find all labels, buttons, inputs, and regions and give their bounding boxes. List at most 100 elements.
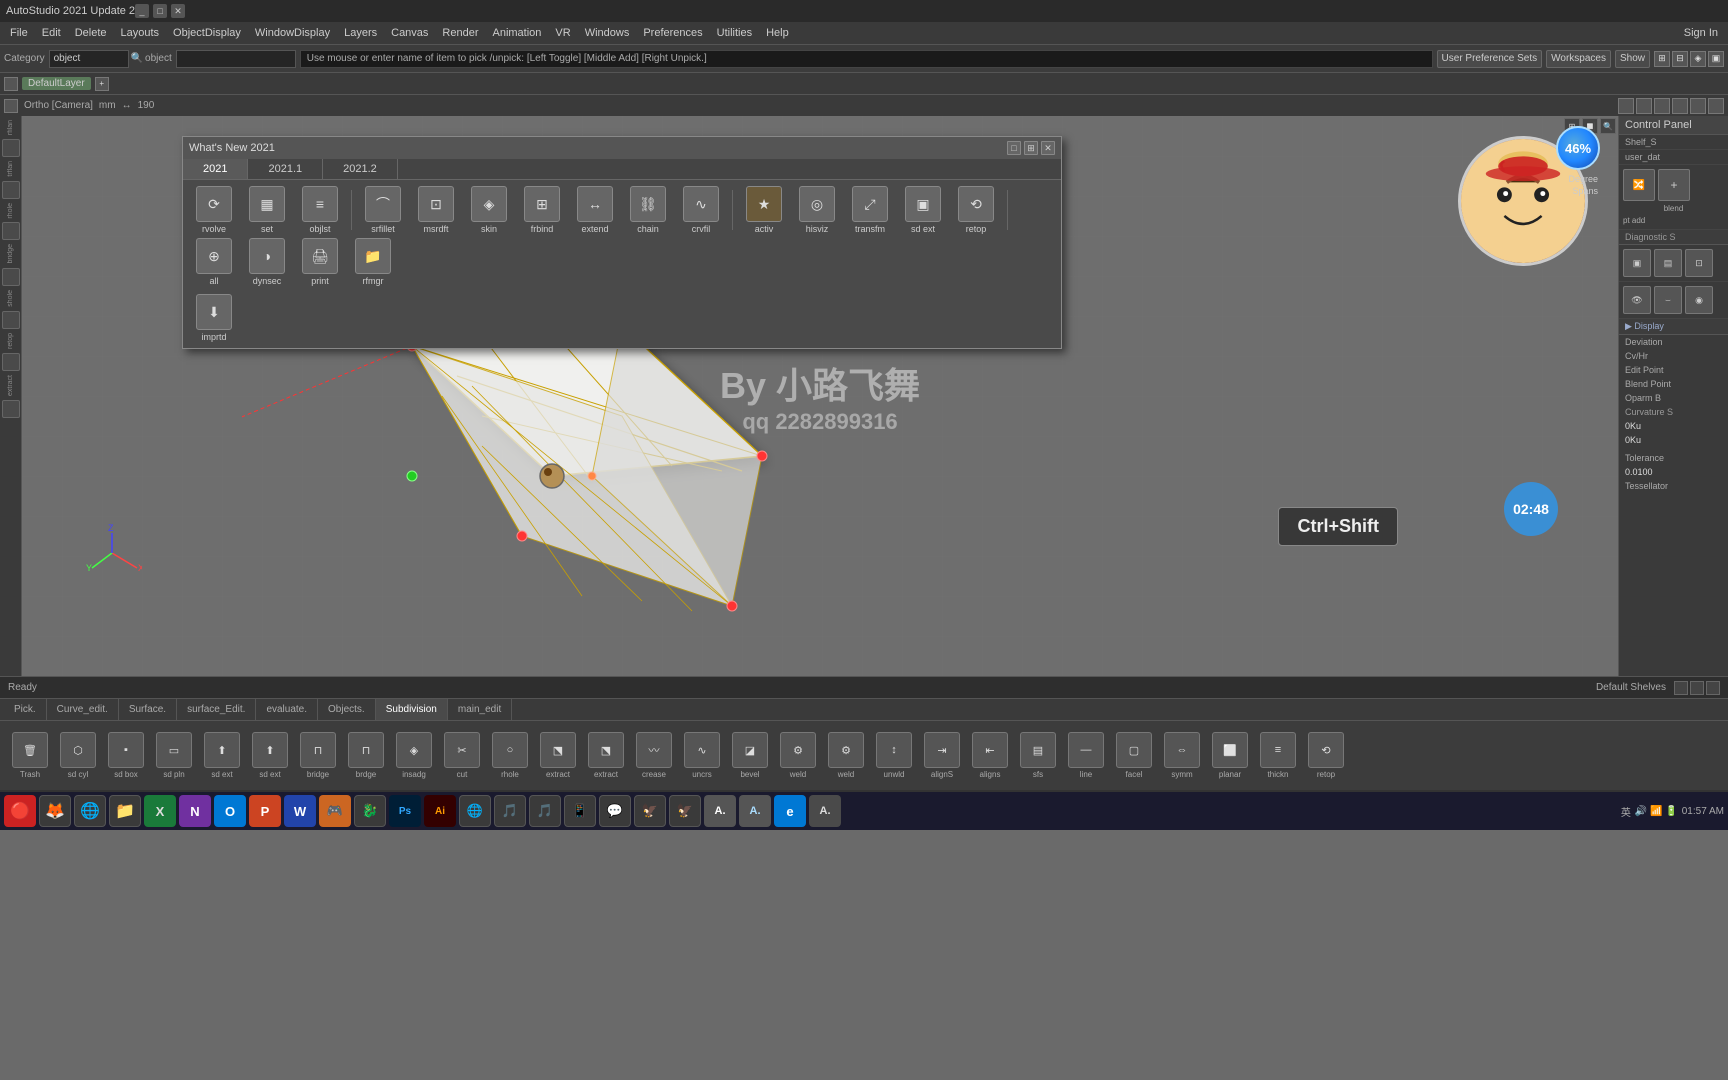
tool-sfs[interactable]: ▤ sfs (1016, 732, 1060, 779)
workspaces-button[interactable]: Workspaces (1546, 50, 1611, 68)
taskbar-firefox[interactable]: 🦊 (39, 795, 71, 827)
tool-insadg[interactable]: ◈ insadg (392, 732, 436, 779)
tab-2021-2[interactable]: 2021.2 (323, 159, 398, 179)
layer-expand[interactable]: + (95, 77, 109, 91)
view-icon-6[interactable] (1708, 98, 1724, 114)
left-tool-6[interactable] (2, 353, 20, 371)
cp-icon-bowmod[interactable]: ⌣ (1654, 286, 1682, 314)
taskbar-unknown1[interactable]: 🎮 (319, 795, 351, 827)
tool-transfm[interactable]: ⤢transfm (845, 186, 895, 234)
view-icon-1[interactable] (1618, 98, 1634, 114)
taskbar-start[interactable]: 🔴 (4, 795, 36, 827)
tool-dynsec[interactable]: ◑dynsec (242, 238, 292, 286)
menu-help[interactable]: Help (760, 25, 795, 41)
tool-set[interactable]: ▦set (242, 186, 292, 234)
taskbar-files[interactable]: 📁 (109, 795, 141, 827)
taskbar-illustrator[interactable]: Ai (424, 795, 456, 827)
taskbar-alias[interactable]: A. (809, 795, 841, 827)
tool-unwld[interactable]: ↕ unwld (872, 732, 916, 779)
shelf-tab-surface-edit[interactable]: surface_Edit. (177, 699, 256, 720)
tool-rvolve[interactable]: ⟳rvolve (189, 186, 239, 234)
cp-icon-vis1[interactable]: 👁 (1623, 286, 1651, 314)
tool-aligns-2[interactable]: ⇤ aligns (968, 732, 1012, 779)
menu-animation[interactable]: Animation (487, 25, 548, 41)
taskbar-app2[interactable]: 🎵 (494, 795, 526, 827)
left-tool-3[interactable] (2, 222, 20, 240)
tool-crease[interactable]: 〰 crease (632, 732, 676, 779)
sign-in-button[interactable]: Sign In (1678, 25, 1724, 41)
taskbar-edge[interactable]: e (774, 795, 806, 827)
taskbar-autostudio[interactable]: A. (704, 795, 736, 827)
menu-file[interactable]: File (4, 25, 34, 41)
tool-skin[interactable]: ◈skin (464, 186, 514, 234)
cp-icon-shdoff[interactable]: ▣ (1623, 249, 1651, 277)
view-icon-3[interactable] (1654, 98, 1670, 114)
taskbar-app6[interactable]: 🦅 (634, 795, 666, 827)
cp-icon-ptadd[interactable]: + (1658, 169, 1690, 201)
tool-sd-pln[interactable]: ▭ sd pln (152, 732, 196, 779)
display-section-toggle[interactable]: ▶ Display (1619, 319, 1728, 335)
menu-vr[interactable]: VR (549, 25, 576, 41)
taskbar-powerpoint[interactable]: P (249, 795, 281, 827)
tool-rfmgr[interactable]: 📁rfmgr (348, 238, 398, 286)
tab-2021-1[interactable]: 2021.1 (248, 159, 323, 179)
left-tool-7[interactable] (2, 400, 20, 418)
icon-btn-1[interactable]: ⊞ (1654, 51, 1670, 67)
menu-layers[interactable]: Layers (338, 25, 383, 41)
tool-srfillet[interactable]: ⌒srfillet (358, 186, 408, 234)
category-input[interactable] (49, 50, 129, 68)
taskbar-onenote[interactable]: N (179, 795, 211, 827)
menu-windowdisplay[interactable]: WindowDisplay (249, 25, 336, 41)
shelf-tab-curve[interactable]: Curve_edit. (47, 699, 119, 720)
tool-uncrs[interactable]: ∿ uncrs (680, 732, 724, 779)
tab-2021[interactable]: 2021 (183, 159, 248, 179)
menu-windows[interactable]: Windows (579, 25, 636, 41)
taskbar-app4[interactable]: 📱 (564, 795, 596, 827)
cp-icon-isoang[interactable]: ⊡ (1685, 249, 1713, 277)
tool-rhole[interactable]: ○ rhole (488, 732, 532, 779)
shelf-tab-pick[interactable]: Pick. (4, 699, 47, 720)
left-tool-rfilan[interactable] (2, 139, 20, 157)
tool-msrdft[interactable]: ⊡msrdft (411, 186, 461, 234)
left-tool-5[interactable] (2, 311, 20, 329)
tool-facel[interactable]: ▢ facel (1112, 732, 1156, 779)
tool-aligns-1[interactable]: ⇥ alignS (920, 732, 964, 779)
menu-layouts[interactable]: Layouts (115, 25, 166, 41)
taskbar-autostudio2[interactable]: A. (739, 795, 771, 827)
taskbar-chrome[interactable]: 🌐 (74, 795, 106, 827)
shelf-tab-mainedit[interactable]: main_edit (448, 699, 512, 720)
status-icon-2[interactable] (1690, 681, 1704, 695)
cp-icon-shdon[interactable]: ▤ (1654, 249, 1682, 277)
tool-print[interactable]: 🖨print (295, 238, 345, 286)
menu-canvas[interactable]: Canvas (385, 25, 434, 41)
view-icon-4[interactable] (1672, 98, 1688, 114)
shelf-tab-subdivision[interactable]: Subdivision (376, 699, 448, 720)
tool-retop-shelf[interactable]: ⟲ retop (1304, 732, 1348, 779)
tool-thickn[interactable]: ≡ thickn (1256, 732, 1300, 779)
tool-trash[interactable]: 🗑 Trash (8, 732, 52, 779)
tool-symm[interactable]: ⇔ symm (1160, 732, 1204, 779)
tool-objlst[interactable]: ≡objlst (295, 186, 345, 234)
taskbar-app3[interactable]: 🎵 (529, 795, 561, 827)
taskbar-photoshop[interactable]: Ps (389, 795, 421, 827)
shelf-tab-objects[interactable]: Objects. (318, 699, 376, 720)
maximize-button[interactable]: □ (153, 4, 167, 18)
view-ctrl-3[interactable]: 🔍 (1600, 118, 1616, 134)
shelf-tab-surface[interactable]: Surface. (119, 699, 177, 720)
viewport[interactable]: What's New 2021 □ ⊞ ✕ 2021 2021.1 2021.2… (22, 116, 1618, 676)
show-button[interactable]: Show (1615, 50, 1650, 68)
tool-sd-box[interactable]: ▪ sd box (104, 732, 148, 779)
status-icon-1[interactable] (1674, 681, 1688, 695)
taskbar-unknown2[interactable]: 🐉 (354, 795, 386, 827)
tool-activ[interactable]: ★activ (739, 186, 789, 234)
user-pref-button[interactable]: User Preference Sets (1437, 50, 1543, 68)
left-tool-4[interactable] (2, 268, 20, 286)
whats-new-maximize[interactable]: ⊞ (1024, 141, 1038, 155)
object-input[interactable] (176, 50, 296, 68)
view-toggle[interactable] (4, 99, 18, 113)
menu-render[interactable]: Render (436, 25, 484, 41)
whats-new-minimize[interactable]: □ (1007, 141, 1021, 155)
tool-extract-1[interactable]: ⬔ extract (536, 732, 580, 779)
taskbar-outlook[interactable]: O (214, 795, 246, 827)
taskbar-excel[interactable]: X (144, 795, 176, 827)
